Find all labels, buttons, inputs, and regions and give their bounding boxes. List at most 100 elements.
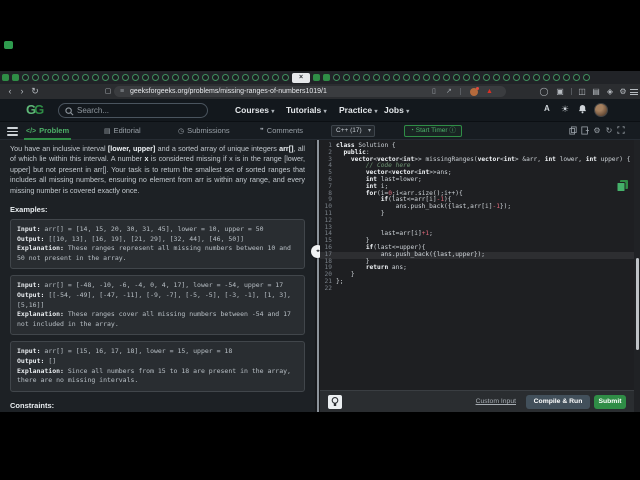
browser-tab-favicon[interactable] <box>152 74 159 81</box>
browser-tab-favicon[interactable] <box>533 74 540 81</box>
browser-tab-favicon[interactable] <box>403 74 410 81</box>
tab-search-icon[interactable]: ▢ <box>102 84 114 99</box>
page-scrollbar[interactable] <box>634 140 640 412</box>
tab-submissions[interactable]: ◷ Submissions <box>178 122 230 140</box>
profile-ring-icon[interactable]: ◯ <box>538 84 550 99</box>
code-editor[interactable]: 1 class Solution {2 public: 3 vector<vecto… <box>320 140 634 412</box>
notification-bell-icon[interactable] <box>578 104 587 116</box>
browser-menu-icon[interactable] <box>630 89 638 97</box>
theme-toggle-icon[interactable]: ☀ <box>561 104 569 115</box>
search-input[interactable]: Search... <box>58 103 208 118</box>
browser-tab-favicon[interactable] <box>523 74 530 81</box>
browser-tab-favicon[interactable] <box>393 74 400 81</box>
browser-tab-favicon[interactable] <box>573 74 580 81</box>
code-line[interactable]: 22 <box>320 285 634 293</box>
reset-code-icon[interactable]: ↻ <box>604 126 614 136</box>
browser-tab-favicon[interactable] <box>62 74 69 81</box>
browser-tab-favicon[interactable] <box>132 74 139 81</box>
submit-button[interactable]: Submit <box>594 395 626 409</box>
browser-tab-favicon[interactable] <box>543 74 550 81</box>
browser-tab-favicon[interactable] <box>413 74 420 81</box>
wallet-icon[interactable]: ◈ <box>604 84 616 99</box>
tab-comments[interactable]: ❞ Comments <box>260 122 303 140</box>
browser-tab-favicon[interactable] <box>212 74 219 81</box>
browser-tab-favicon[interactable] <box>72 74 79 81</box>
device-icon[interactable]: ▯ <box>432 86 436 97</box>
warning-extension-icon[interactable]: ▲ <box>486 86 493 97</box>
browser-tab-favicon[interactable] <box>262 74 269 81</box>
browser-tab-favicon[interactable] <box>383 74 390 81</box>
sidebar-icon[interactable]: ◫ <box>576 84 588 99</box>
nav-item-courses[interactable]: Courses ▾ <box>235 105 274 115</box>
browser-tab-favicon[interactable] <box>553 74 560 81</box>
browser-tab-favicon[interactable] <box>242 74 249 81</box>
code-line[interactable]: 20 } <box>320 271 634 279</box>
nav-item-practice[interactable]: Practice ▾ <box>339 105 377 115</box>
code-lines[interactable]: 1 class Solution {2 public: 3 vector<vecto… <box>320 140 634 293</box>
browser-tab-favicon[interactable] <box>423 74 430 81</box>
problem-panel[interactable]: You have an inclusive interval [lower, u… <box>0 140 315 412</box>
browser-tab-favicon[interactable] <box>22 74 29 81</box>
browser-tab-favicon[interactable] <box>353 74 360 81</box>
menu-icon[interactable] <box>7 127 18 138</box>
browser-tab-favicon[interactable] <box>52 74 59 81</box>
browser-tab-favicon[interactable] <box>373 74 380 81</box>
code-line[interactable]: 21}; <box>320 278 634 286</box>
nav-item-jobs[interactable]: Jobs ▾ <box>384 105 409 115</box>
user-avatar[interactable] <box>594 103 608 117</box>
browser-tab-favicon[interactable] <box>192 74 199 81</box>
browser-tab-favicon[interactable] <box>493 74 500 81</box>
custom-input-link[interactable]: Custom Input <box>476 398 516 405</box>
reload-icon[interactable]: ↻ <box>29 84 41 99</box>
browser-tab-favicon[interactable] <box>112 74 119 81</box>
browser-tab-favicon[interactable] <box>102 74 109 81</box>
browser-tab-favicon[interactable] <box>313 74 320 81</box>
browser-tab-favicon[interactable] <box>202 74 209 81</box>
browser-tab-favicon[interactable] <box>563 74 570 81</box>
settings-icon[interactable]: ⚙ <box>617 84 629 99</box>
url-bar[interactable]: ≡ geeksforgeeks.org/problems/missing-ran… <box>114 86 506 97</box>
forward-icon[interactable]: › <box>16 84 28 99</box>
browser-tab-favicon[interactable] <box>272 74 279 81</box>
browser-tab-strip[interactable]: × <box>0 71 640 84</box>
fullscreen-icon[interactable] <box>616 126 626 136</box>
browser-tab-favicon[interactable] <box>222 74 229 81</box>
browser-tab-favicon[interactable] <box>453 74 460 81</box>
browser-tab-favicon[interactable] <box>92 74 99 81</box>
browser-tab-favicon[interactable] <box>513 74 520 81</box>
browser-tab-favicon[interactable] <box>232 74 239 81</box>
browser-tab-favicon[interactable] <box>463 74 470 81</box>
browser-tab-favicon[interactable] <box>282 74 289 81</box>
browser-tab-favicon[interactable] <box>122 74 129 81</box>
share-icon[interactable]: ↗ <box>446 86 452 97</box>
browser-tab-favicon[interactable] <box>142 74 149 81</box>
browser-tab-favicon[interactable] <box>323 74 330 81</box>
code-line[interactable]: 12 <box>320 217 634 225</box>
language-select[interactable]: C++ (17) ▾ <box>331 125 375 137</box>
browser-tab-favicon[interactable] <box>443 74 450 81</box>
copy-icon[interactable] <box>568 126 578 136</box>
browser-tab-favicon[interactable] <box>42 74 49 81</box>
code-line[interactable]: 19 return ans; <box>320 264 634 272</box>
hint-bulb-button[interactable] <box>328 395 342 409</box>
browser-tab-favicon[interactable] <box>583 74 590 81</box>
extension-icon[interactable] <box>470 86 479 96</box>
browser-tab-favicon[interactable] <box>162 74 169 81</box>
translate-icon[interactable]: A <box>544 104 550 113</box>
nav-item-tutorials[interactable]: Tutorials ▾ <box>286 105 327 115</box>
tab-editorial[interactable]: ▤ Editorial <box>104 122 141 140</box>
browser-tab-favicon[interactable] <box>503 74 510 81</box>
copy-code-button[interactable] <box>615 178 630 193</box>
editor-settings-icon[interactable]: ⚙ <box>592 126 602 136</box>
browser-tab-favicon[interactable] <box>252 74 259 81</box>
browser-tab-favicon[interactable] <box>12 74 19 81</box>
code-line[interactable]: 11 } <box>320 210 634 218</box>
back-icon[interactable]: ‹ <box>4 84 16 99</box>
active-browser-tab[interactable]: × <box>292 72 310 83</box>
compile-run-button[interactable]: Compile & Run <box>526 395 590 409</box>
pip-icon[interactable]: ▣ <box>554 84 566 99</box>
collections-icon[interactable]: ▤ <box>590 84 602 99</box>
browser-tab-favicon[interactable] <box>2 74 9 81</box>
format-code-icon[interactable] <box>580 126 590 136</box>
browser-tab-favicon[interactable] <box>182 74 189 81</box>
